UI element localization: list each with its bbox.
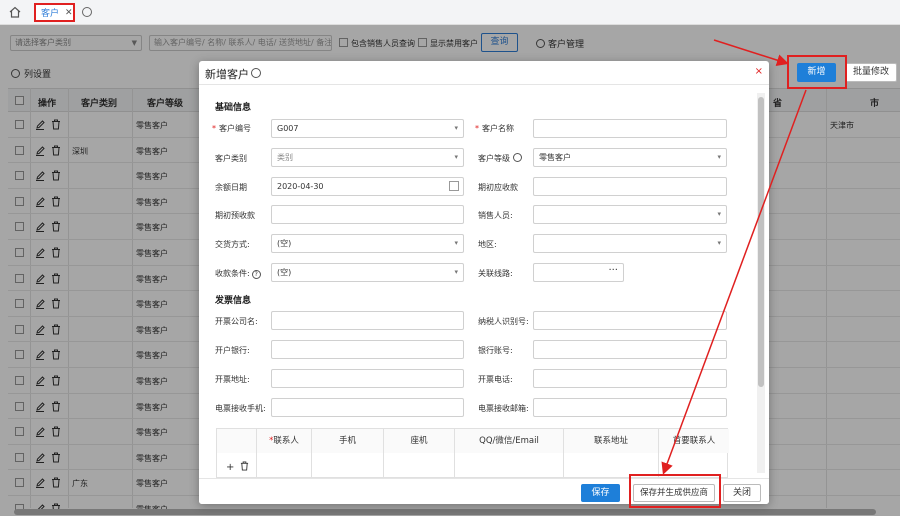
highlight-box xyxy=(629,474,721,508)
chevron-down-icon: ▾ xyxy=(717,239,721,247)
chevron-down-icon: ▾ xyxy=(454,153,458,161)
play-circle-icon[interactable] xyxy=(251,68,261,78)
taxpayer-id-label: 纳税人识别号: xyxy=(478,317,529,326)
route-label: 关联线路: xyxy=(478,269,513,278)
save-button[interactable]: 保存 xyxy=(581,484,620,502)
payment-terms-label: 收款条件:? xyxy=(215,268,261,279)
tab-customer-label: 客户 xyxy=(41,9,60,19)
delivery-value: (空) xyxy=(277,239,292,248)
invoice-company-input[interactable] xyxy=(271,311,464,330)
add-tab-icon[interactable] xyxy=(82,7,92,17)
region-select[interactable]: ▾ xyxy=(533,234,727,253)
bank-account-input[interactable] xyxy=(533,340,727,359)
dialog-title: 新增客户 xyxy=(205,68,249,81)
contacts-header-phone: 座机 xyxy=(384,429,455,453)
delivery-label: 交货方式: xyxy=(215,240,250,249)
payment-terms-value: (空) xyxy=(277,268,292,277)
route-picker[interactable]: ··· xyxy=(533,263,624,282)
invoice-address-label: 开票地址: xyxy=(215,375,250,384)
contacts-action-header xyxy=(217,429,257,453)
chevron-down-icon: ▾ xyxy=(454,268,458,276)
einvoice-email-label: 电票接收邮箱: xyxy=(478,404,529,413)
customer-code-label: * 客户编号 xyxy=(212,124,251,133)
dialog-scrollbar-thumb[interactable] xyxy=(758,97,764,387)
contacts-header-name: *联系人 xyxy=(257,429,312,453)
customer-name-label: * 客户名称 xyxy=(475,124,514,133)
chevron-down-icon: ▾ xyxy=(454,239,458,247)
einvoice-email-input[interactable] xyxy=(533,398,727,417)
opening-receivable-input[interactable] xyxy=(533,177,727,196)
opening-prepaid-label: 期初预收款 xyxy=(215,211,255,220)
customer-level-value: 零售客户 xyxy=(539,153,571,162)
invoice-address-input[interactable] xyxy=(271,369,464,388)
invoice-phone-label: 开票电话: xyxy=(478,375,513,384)
customer-type-select[interactable]: 类别 ▾ xyxy=(271,148,464,167)
calendar-icon[interactable] xyxy=(449,181,459,191)
chevron-down-icon: ▾ xyxy=(717,153,721,161)
payment-terms-select[interactable]: (空) ▾ xyxy=(271,263,464,282)
tab-close-icon[interactable]: ✕ xyxy=(65,8,73,18)
contacts-cell xyxy=(217,453,257,479)
invoice-info-title: 发票信息 xyxy=(215,296,252,306)
bank-label: 开户银行: xyxy=(215,346,250,355)
customer-level-select[interactable]: 零售客户 ▾ xyxy=(533,148,727,167)
balance-date-value: 2020-04-30 xyxy=(277,182,324,191)
tab-bar: 客户 ✕ xyxy=(0,0,900,25)
salesperson-label: 销售人员: xyxy=(478,211,513,220)
bank-input[interactable] xyxy=(271,340,464,359)
batch-edit-button[interactable]: 批量修改 xyxy=(845,63,897,82)
more-icon[interactable]: ··· xyxy=(608,262,618,279)
home-icon[interactable] xyxy=(8,5,22,19)
close-icon[interactable]: × xyxy=(755,66,763,77)
close-button[interactable]: 关闭 xyxy=(723,484,761,502)
invoice-company-label: 开票公司名: xyxy=(215,317,258,326)
dialog-body: 基础信息 * 客户编号 G007 ▾ * 客户名称 客户类别 类别 ▾ 客户等级 零… xyxy=(199,86,769,478)
chevron-down-icon: ▾ xyxy=(454,124,458,132)
bank-account-label: 银行账号: xyxy=(478,346,513,355)
customer-code-select[interactable]: G007 ▾ xyxy=(271,119,464,138)
contacts-header-primary: 首要联系人 xyxy=(659,429,729,453)
taxpayer-id-input[interactable] xyxy=(533,311,727,330)
contacts-cell[interactable] xyxy=(257,453,312,479)
basic-info-title: 基础信息 xyxy=(215,103,252,113)
customer-code-value: G007 xyxy=(277,124,299,133)
region-label: 地区: xyxy=(478,240,497,249)
contacts-header-im: QQ/微信/Email xyxy=(455,429,564,453)
dialog-header: 新增客户 × xyxy=(199,61,769,85)
contacts-cell[interactable] xyxy=(312,453,384,479)
customer-type-value: 类别 xyxy=(277,153,293,162)
customer-level-label: 客户等级 xyxy=(478,153,522,164)
play-circle-icon xyxy=(513,153,522,162)
contacts-header-mobile: 手机 xyxy=(312,429,384,453)
tab-customer[interactable]: 客户 ✕ xyxy=(34,3,75,22)
opening-prepaid-input[interactable] xyxy=(271,205,464,224)
chevron-down-icon: ▾ xyxy=(717,210,721,218)
contacts-table: *联系人 手机 座机 QQ/微信/Email 联系地址 首要联系人 + xyxy=(216,428,729,479)
contacts-cell[interactable] xyxy=(455,453,564,479)
invoice-phone-input[interactable] xyxy=(533,369,727,388)
highlight-box xyxy=(787,55,847,89)
salesperson-select[interactable]: ▾ xyxy=(533,205,727,224)
balance-date-label: 余额日期 xyxy=(215,183,247,192)
einvoice-mobile-input[interactable] xyxy=(271,398,464,417)
new-customer-dialog: 新增客户 × 基础信息 * 客户编号 G007 ▾ * 客户名称 客户类别 类别 ▾… xyxy=(199,61,769,504)
opening-receivable-label: 期初应收款 xyxy=(478,183,518,192)
customer-type-label: 客户类别 xyxy=(215,154,247,163)
contacts-header-address: 联系地址 xyxy=(564,429,659,453)
delivery-select[interactable]: (空) ▾ xyxy=(271,234,464,253)
contacts-cell[interactable] xyxy=(384,453,455,479)
customer-name-input[interactable] xyxy=(533,119,727,138)
einvoice-mobile-label: 电票接收手机: xyxy=(215,404,266,413)
balance-date-input[interactable]: 2020-04-30 xyxy=(271,177,464,196)
help-icon: ? xyxy=(251,270,261,279)
